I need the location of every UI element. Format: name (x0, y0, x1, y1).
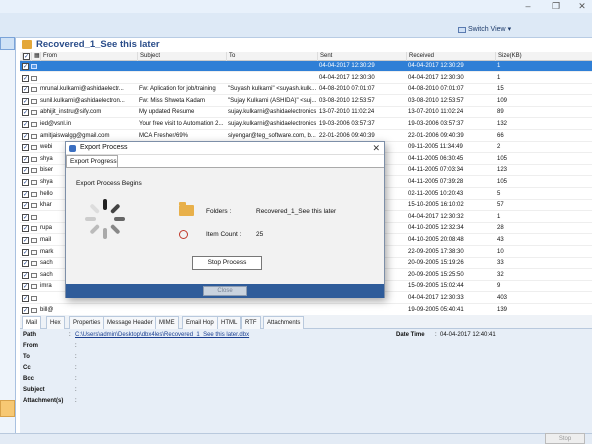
stop-process-button[interactable]: Stop Process (192, 256, 262, 270)
export-status-text: Export Process Begins (76, 180, 142, 187)
dialog-title-bar: Export Process ✕ (66, 142, 384, 155)
loading-spinner-icon (85, 199, 125, 239)
dialog-body: Export Process Begins Folders : Recovere… (66, 167, 384, 284)
app-icon (69, 145, 76, 152)
dialog-footer: Close (66, 284, 384, 298)
close-button[interactable]: Close (203, 286, 247, 296)
clock-icon (179, 230, 188, 239)
item-count-label: Item Count : (206, 231, 242, 238)
folders-value: Recovered_1_See this later (256, 208, 337, 215)
dialog-title: Export Process (80, 144, 128, 151)
close-dialog-icon[interactable]: ✕ (372, 143, 380, 154)
export-process-dialog: Export Process ✕ Export Progress Export … (65, 141, 385, 298)
tab-export-progress[interactable]: Export Progress (66, 155, 118, 167)
item-count-value: 25 (256, 231, 264, 238)
folder-icon (179, 202, 194, 216)
folders-label: Folders : (206, 208, 232, 215)
